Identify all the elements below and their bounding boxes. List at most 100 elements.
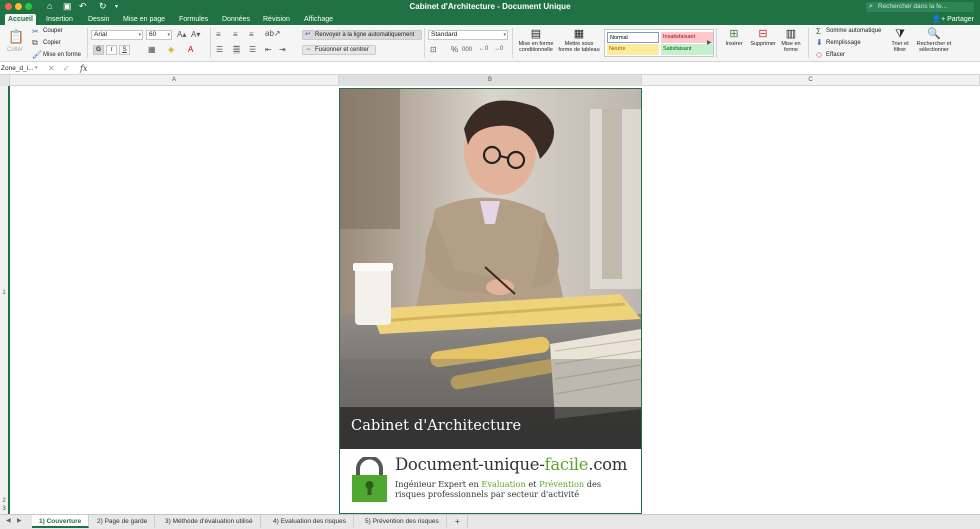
- sheet-tab-methode[interactable]: 3) Méthode d'évaluation utilisé: [158, 515, 261, 528]
- conditional-format-button[interactable]: ▤ Mise en forme conditionnelle: [516, 28, 556, 53]
- select-all-button[interactable]: [0, 75, 10, 86]
- percent-button[interactable]: %: [451, 45, 458, 54]
- fill-color-icon[interactable]: ◈: [168, 45, 174, 54]
- tab-mise-en-page[interactable]: Mise en page: [120, 14, 168, 25]
- separator: [87, 28, 88, 58]
- separator: [210, 28, 211, 58]
- share-button[interactable]: 👤+ Partager: [932, 14, 974, 25]
- indent-icon[interactable]: ⇤: [265, 45, 272, 54]
- sheet-tab-evaluation[interactable]: 4) Evaluation des risques: [266, 515, 354, 528]
- style-insatisfaisant[interactable]: Insatisfaisant: [661, 32, 713, 43]
- sheet-tab-couverture[interactable]: 1) Couverture: [32, 515, 90, 528]
- number-format-select[interactable]: Standard ▾: [428, 30, 508, 40]
- delete-button[interactable]: ⊟ Supprimer: [748, 28, 778, 47]
- style-neutre[interactable]: Neutre: [607, 44, 659, 55]
- add-sheet-icon[interactable]: +: [448, 515, 468, 528]
- italic-button[interactable]: I: [106, 45, 117, 55]
- column-header-c[interactable]: C: [642, 75, 980, 86]
- row-header-3[interactable]: 3: [0, 506, 8, 512]
- tab-dessin[interactable]: Dessin: [85, 14, 112, 25]
- copy-icon[interactable]: ⧉: [32, 38, 38, 47]
- tab-donnees[interactable]: Données: [219, 14, 253, 25]
- sheet-tab-prevention[interactable]: 5) Prévention des risques: [358, 515, 447, 528]
- fill-icon[interactable]: ⬇: [816, 38, 823, 47]
- decrease-decimal-icon[interactable]: →0: [494, 45, 503, 54]
- row-header-2[interactable]: 2: [0, 498, 8, 504]
- next-sheet-icon[interactable]: ▶: [17, 515, 22, 528]
- column-header-a[interactable]: A: [10, 75, 339, 86]
- insert-function-button[interactable]: fx: [80, 62, 87, 75]
- confirm-icon[interactable]: ✓: [63, 62, 70, 75]
- bold-button[interactable]: G: [93, 45, 104, 55]
- paste-icon[interactable]: 📋: [8, 30, 24, 43]
- merge-center-button[interactable]: ⇔ Fusionner et centrer: [302, 45, 376, 55]
- borders-icon[interactable]: ▦: [148, 45, 156, 54]
- tab-revision[interactable]: Révision: [260, 14, 293, 25]
- outdent-icon[interactable]: ⇥: [279, 45, 286, 54]
- align-right-icon[interactable]: ☰: [249, 45, 256, 54]
- row-headers: 1 2 3: [0, 86, 10, 514]
- wrap-text-button[interactable]: ↵ Renvoyer à la ligne automatiquement: [302, 30, 422, 40]
- format-painter-button[interactable]: Mise en forme: [43, 52, 81, 58]
- autosum-icon[interactable]: Σ: [816, 27, 821, 36]
- increase-font-icon[interactable]: A▴: [177, 30, 186, 39]
- column-headers: A B C: [0, 75, 980, 86]
- increase-decimal-icon[interactable]: ←0: [479, 45, 488, 54]
- sheet-tabs-bar: ◀ ▶ 1) Couverture 2) Page de garde 3) Mé…: [0, 514, 980, 529]
- font-name-select[interactable]: Arial ▾: [91, 30, 143, 40]
- styles-expand-icon[interactable]: ▶: [707, 39, 712, 48]
- clear-button[interactable]: Effacer: [826, 52, 845, 58]
- copy-button[interactable]: Copier: [43, 40, 61, 46]
- font-color-icon[interactable]: A: [188, 45, 193, 54]
- separator: [424, 28, 425, 58]
- font-size-select[interactable]: 60 ▾: [146, 30, 172, 40]
- align-left-icon[interactable]: ☰: [216, 45, 223, 54]
- formula-bar: Zone_d_i... ▾ ✕ ✓ fx: [0, 62, 980, 75]
- window-title: Cabinet d'Architecture - Document Unique: [409, 2, 571, 11]
- clear-icon[interactable]: ◇: [816, 50, 822, 59]
- chevron-down-icon[interactable]: ▾: [35, 63, 38, 74]
- find-select-button[interactable]: 🔍 Rechercher et sélectionner: [914, 28, 954, 53]
- format-as-table-button[interactable]: ▦ Mettre sous forme de tableau: [557, 28, 601, 53]
- tab-affichage[interactable]: Affichage: [301, 14, 336, 25]
- cell-format-button[interactable]: ▥ Mise en forme: [778, 28, 804, 53]
- fill-button[interactable]: Remplissage: [826, 40, 861, 46]
- delete-icon: ⊟: [758, 28, 768, 40]
- align-bottom-icon[interactable]: ≡: [249, 30, 254, 39]
- cell-format-icon: ▥: [785, 28, 797, 40]
- cancel-icon[interactable]: ✕: [48, 62, 55, 75]
- align-center-icon[interactable]: ☰: [233, 45, 241, 54]
- magnifier-icon: 🔍: [927, 28, 941, 40]
- orientation-icon[interactable]: ab↗: [265, 29, 281, 38]
- tab-formules[interactable]: Formules: [176, 14, 211, 25]
- name-box[interactable]: Zone_d_i...: [0, 63, 34, 74]
- underline-button[interactable]: S: [119, 45, 130, 55]
- autosum-button[interactable]: Somme automatique: [826, 28, 881, 34]
- chevron-down-icon: ▾: [138, 32, 141, 38]
- align-top-icon[interactable]: ≡: [216, 30, 221, 39]
- decrease-font-icon[interactable]: A▾: [191, 30, 200, 39]
- tab-insertion[interactable]: Insertion: [43, 14, 76, 25]
- tab-accueil[interactable]: Accueil: [5, 14, 36, 25]
- search-placeholder: Rechercher dans la fe...: [878, 3, 948, 10]
- style-normal[interactable]: Normal: [607, 32, 659, 43]
- title-bar: ⌂ ▣ ↶ ↻ ▾ Cabinet d'Architecture - Docum…: [0, 0, 980, 13]
- previous-sheet-icon[interactable]: ◀: [6, 515, 11, 528]
- search-sheet-input[interactable]: ⌕ Rechercher dans la fe...: [866, 2, 974, 12]
- sort-filter-button[interactable]: ⧩ Trier et filtrer: [888, 28, 912, 53]
- cut-button[interactable]: Couper: [43, 28, 63, 34]
- sheet-tab-page-de-garde[interactable]: 2) Page de garde: [90, 515, 156, 528]
- formula-input[interactable]: [95, 62, 975, 75]
- insert-icon: ⊞: [729, 28, 739, 40]
- currency-icon[interactable]: ⊡: [430, 45, 437, 54]
- style-satisfaisant[interactable]: Satisfaisant: [661, 44, 713, 55]
- cut-icon[interactable]: ✂: [32, 27, 39, 36]
- row-header-1[interactable]: 1: [0, 290, 8, 296]
- chevron-down-icon: ▾: [503, 32, 506, 38]
- column-header-b[interactable]: B: [339, 75, 642, 86]
- format-painter-icon[interactable]: 🖌: [32, 50, 42, 59]
- ribbon: 📋 Coller ✂ Couper ⧉ Copier 🖌 Mise en for…: [0, 25, 980, 62]
- align-middle-icon[interactable]: ≡: [233, 30, 238, 39]
- thousands-button[interactable]: 000: [462, 46, 472, 55]
- insert-button[interactable]: ⊞ Insérer: [720, 28, 748, 47]
